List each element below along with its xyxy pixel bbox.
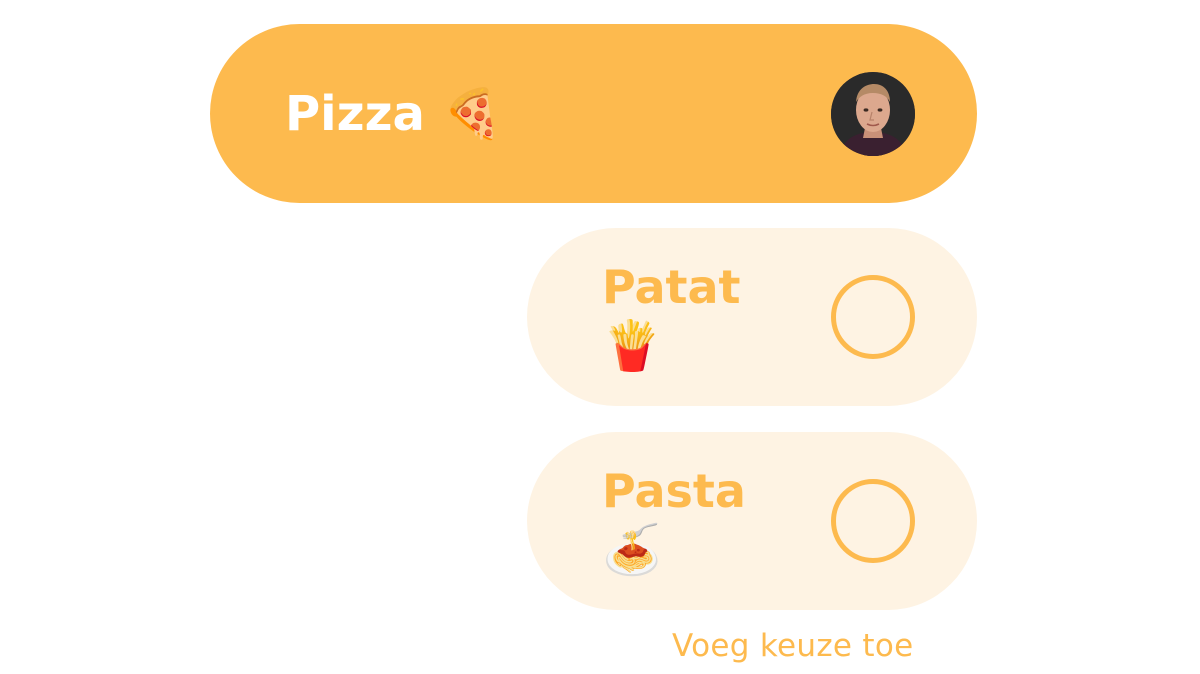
- option-pasta[interactable]: Pasta 🍝: [527, 432, 977, 610]
- fries-icon: 🍟: [602, 318, 662, 374]
- option-pizza[interactable]: Pizza 🍕: [210, 24, 977, 203]
- option-patat-label: Patat: [602, 260, 741, 314]
- option-pasta-radio[interactable]: [831, 479, 915, 563]
- avatar-portrait-icon: [831, 71, 915, 156]
- spaghetti-icon: 🍝: [602, 522, 662, 578]
- option-pizza-label-group: Pizza 🍕: [285, 90, 503, 138]
- option-pizza-label: Pizza: [285, 85, 425, 142]
- pizza-icon: 🍕: [442, 85, 503, 142]
- option-patat-label-group: Patat 🍟: [602, 264, 741, 370]
- option-patat-radio[interactable]: [831, 275, 915, 359]
- option-patat[interactable]: Patat 🍟: [527, 228, 977, 406]
- add-choice-link[interactable]: Voeg keuze toe: [672, 628, 914, 664]
- option-pasta-label-group: Pasta 🍝: [602, 468, 746, 574]
- option-pasta-label: Pasta: [602, 464, 746, 518]
- avatar: [831, 71, 915, 156]
